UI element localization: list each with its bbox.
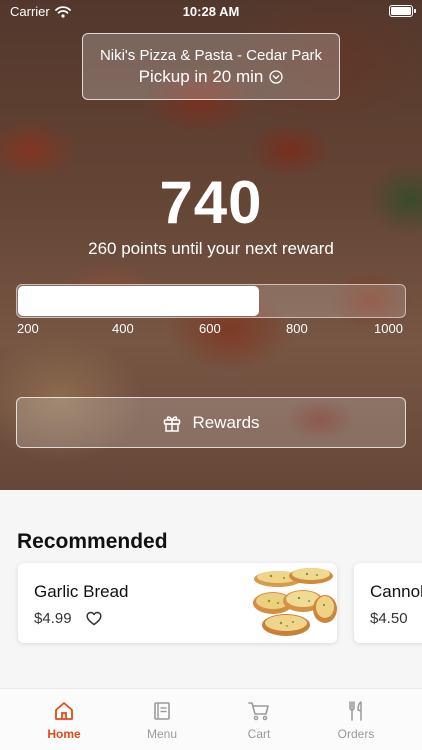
- points-message: 260 points until your next reward: [88, 239, 334, 258]
- recommended-card[interactable]: Garlic Bread $4.99: [18, 563, 337, 643]
- rewards-button-label: Rewards: [192, 412, 260, 432]
- app-screen: Carrier 10:28 AM Niki's Pizza & Pasta - …: [0, 0, 422, 750]
- tick-label: 1000: [374, 321, 403, 336]
- heart-icon[interactable]: [85, 611, 102, 626]
- recommended-card[interactable]: Cannoli $4.50: [354, 563, 422, 643]
- item-price-row: $4.50: [370, 610, 408, 627]
- tab-label: Orders: [337, 727, 375, 741]
- tab-menu[interactable]: Menu: [122, 699, 202, 741]
- tab-label: Cart: [247, 727, 271, 741]
- item-price: $4.50: [370, 610, 408, 627]
- pickup-time: Pickup in 20 min: [138, 67, 264, 86]
- menu-icon: [154, 702, 170, 720]
- store-name: Niki's Pizza & Pasta - Cedar Park: [99, 47, 323, 64]
- cart-icon: [248, 702, 269, 721]
- garlic-bread-image: [253, 568, 337, 636]
- tick-label: 600: [199, 321, 221, 336]
- chevron-down-circle-icon: [269, 70, 284, 84]
- tick-label: 400: [112, 321, 134, 336]
- pickup-row: Pickup in 20 min: [83, 67, 339, 87]
- tab-cart[interactable]: Cart: [219, 699, 299, 741]
- rewards-button[interactable]: Rewards: [16, 397, 406, 448]
- battery-icon: [389, 5, 416, 17]
- reward-progress-fill: [18, 286, 259, 316]
- orders-icon: [349, 701, 362, 721]
- tab-label: Home: [47, 727, 81, 741]
- gift-icon: [164, 415, 181, 432]
- recommended-title: Recommended: [17, 530, 168, 553]
- tab-label: Menu: [146, 727, 178, 741]
- points-balance: 740: [159, 169, 263, 236]
- tick-label: 800: [286, 321, 308, 336]
- item-name: Cannoli: [370, 582, 422, 601]
- tab-orders[interactable]: Orders: [316, 699, 396, 741]
- tick-label: 200: [17, 321, 39, 336]
- item-name: Garlic Bread: [34, 582, 129, 601]
- status-time: 10:28 AM: [182, 4, 240, 19]
- reward-progress-bar: [16, 284, 406, 318]
- tab-bar: Home Menu Cart Orders: [0, 688, 422, 750]
- status-bar: Carrier 10:28 AM: [0, 0, 422, 24]
- store-selector-button[interactable]: Niki's Pizza & Pasta - Cedar Park Pickup…: [82, 33, 340, 100]
- hero-section: Carrier 10:28 AM Niki's Pizza & Pasta - …: [0, 0, 422, 490]
- tab-home[interactable]: Home: [24, 699, 104, 741]
- progress-ticks: 200 400 600 800 1000: [0, 321, 422, 339]
- item-price-row: $4.99: [34, 610, 102, 627]
- home-icon: [55, 702, 73, 720]
- item-price: $4.99: [34, 610, 72, 627]
